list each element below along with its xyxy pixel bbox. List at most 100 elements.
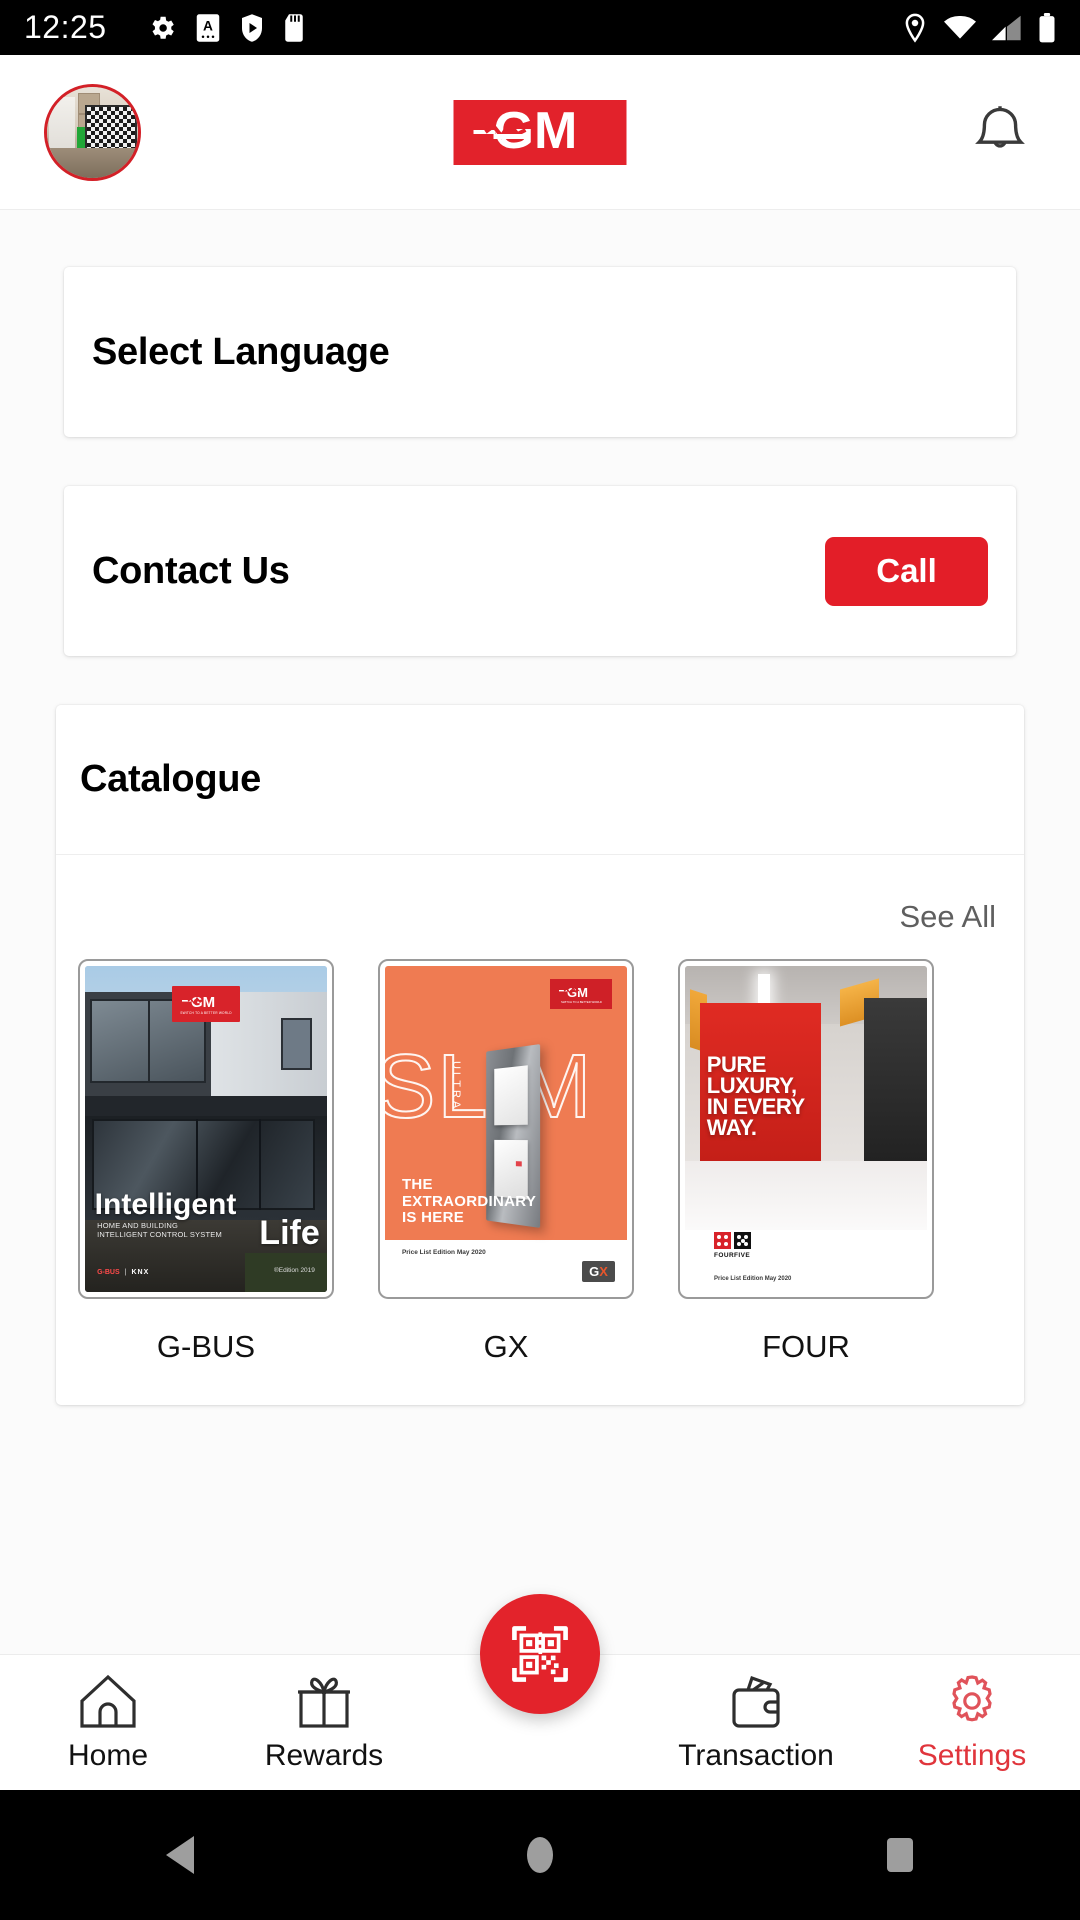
catalogue-title: Catalogue [80, 758, 261, 800]
battery-icon [1039, 12, 1055, 42]
bell-icon [975, 106, 1025, 148]
gbus-title-line1: Intelligent [94, 1187, 237, 1221]
qr-scan-fab[interactable] [480, 1594, 600, 1714]
recents-square-icon [887, 1838, 913, 1872]
see-all-link[interactable]: See All [899, 899, 996, 935]
call-button[interactable]: Call [825, 536, 988, 606]
fourfive-dice [714, 1232, 752, 1250]
gm-logo-icon: GM [453, 99, 627, 165]
fourfive-brand-name: FOURFIVE [714, 1252, 751, 1260]
select-language-card[interactable]: Select Language [64, 267, 1016, 437]
gx-gm-logo-icon: GM SWITCH TO A BETTER WORLD [550, 979, 613, 1010]
gbus-side-window [281, 1018, 313, 1071]
fourfive-logo-icon: FOURFIVE [714, 1232, 752, 1260]
home-icon [80, 1674, 136, 1728]
gx-tagline-line2: EXTRAORDINARY [401, 1192, 537, 1210]
fourfive-price-note: Price List Edition May 2020 [714, 1276, 792, 1283]
gx-sublogo: G X [582, 1261, 615, 1283]
gbus-title: Intelligent Life [94, 1187, 320, 1253]
qr-scan-icon [512, 1626, 568, 1682]
fourfive-title: PURE LUXURY, IN EVERY WAY. [707, 1054, 805, 1139]
catalogue-item[interactable]: SLIM ULTRA GM [378, 959, 634, 1365]
catalogue-item[interactable]: PURE LUXURY, IN EVERY WAY. FOURFIVE Pric… [678, 959, 934, 1365]
catalogue-item[interactable]: GM SWITCH TO A BETTER WORLD HOME AND BUI… [78, 959, 334, 1365]
status-bar-left: 12:25 A [24, 9, 902, 46]
brand-logo: GM [453, 99, 627, 165]
gx-brand-tagline: SWITCH TO A BETTER WORLD [561, 1000, 602, 1005]
gbus-title-line2: Life [259, 1214, 320, 1253]
gx-price-note: Price List Edition May 2020 [401, 1249, 486, 1257]
back-triangle-icon [166, 1836, 194, 1874]
gbus-badge-gbus: G-BUS [97, 1268, 120, 1276]
main-content: Select Language Contact Us Call Catalogu… [0, 210, 1080, 1405]
status-bar-clock: 12:25 [24, 9, 107, 45]
nav-label-settings: Settings [917, 1739, 1027, 1772]
gx-switch-indicator [516, 1160, 523, 1166]
select-language-title: Select Language [92, 330, 390, 373]
catalogue-item-label: G-BUS [156, 1329, 256, 1364]
nav-label-transaction: Transaction [678, 1739, 834, 1772]
catalogue-carousel[interactable]: GM SWITCH TO A BETTER WORLD HOME AND BUI… [78, 951, 1002, 1365]
avatar-tv [85, 104, 137, 153]
notification-bell-button[interactable] [964, 96, 1036, 168]
home-circle-icon [527, 1837, 553, 1873]
gx-cover-art: SLIM ULTRA GM [385, 966, 627, 1292]
avatar-room-photo [47, 86, 138, 178]
gbus-badge-separator: | [124, 1268, 127, 1276]
gx-switch-key-top [494, 1065, 528, 1126]
nav-item-settings[interactable]: Settings [864, 1672, 1080, 1773]
gx-sublogo-g: G [589, 1264, 600, 1280]
android-auto-icon: A [196, 13, 219, 42]
svg-text:A: A [203, 18, 213, 33]
android-back-button[interactable] [120, 1790, 240, 1920]
nav-item-transaction[interactable]: Transaction [648, 1672, 864, 1773]
gear-icon [952, 1675, 992, 1722]
catalogue-cover-fourfive[interactable]: PURE LUXURY, IN EVERY WAY. FOURFIVE Pric… [678, 959, 934, 1299]
location-pin-icon [905, 13, 925, 43]
app-header: GM [0, 55, 1080, 210]
catalogue-cover-gx[interactable]: SLIM ULTRA GM [378, 959, 634, 1299]
fourfive-die-black [734, 1232, 752, 1250]
select-language-row: Select Language [64, 267, 1016, 437]
fourfive-cover-art: PURE LUXURY, IN EVERY WAY. FOURFIVE Pric… [685, 966, 927, 1292]
fourfive-dark-wall [864, 997, 927, 1183]
catalogue-cover-gbus[interactable]: GM SWITCH TO A BETTER WORLD HOME AND BUI… [78, 959, 334, 1299]
see-all-row: See All [78, 855, 1002, 951]
android-home-button[interactable] [480, 1790, 600, 1920]
catalogue-header: Catalogue [56, 705, 1024, 855]
gx-tagline: THE EXTRAORDINARY IS HERE [402, 1177, 536, 1227]
gbus-gm-logo-icon: GM SWITCH TO A BETTER WORLD [172, 985, 240, 1022]
sd-card-icon [284, 13, 303, 42]
android-recents-button[interactable] [840, 1790, 960, 1920]
gx-sublogo-x: X [599, 1264, 608, 1280]
gbus-cover-art: GM SWITCH TO A BETTER WORLD HOME AND BUI… [85, 966, 327, 1292]
nav-item-rewards[interactable]: Rewards [216, 1672, 432, 1773]
play-protect-icon [241, 13, 262, 42]
catalogue-card: Catalogue See All GM SWITCH TO A BETTER … [56, 705, 1024, 1405]
android-navigation-bar [0, 1790, 1080, 1920]
gbus-facade-band [85, 1096, 327, 1116]
avatar[interactable] [44, 83, 141, 181]
catalogue-item-label: GX [483, 1329, 529, 1364]
contact-us-row: Contact Us Call [64, 486, 1016, 656]
nav-label-rewards: Rewards [264, 1739, 384, 1772]
gbus-badge-knx: KNX [131, 1268, 150, 1276]
fourfive-die-dots [714, 1232, 731, 1249]
contact-us-title: Contact Us [92, 549, 290, 592]
avatar-floor [47, 147, 138, 178]
status-bar: 12:25 A [0, 0, 1080, 55]
status-bar-right [902, 12, 1056, 43]
app-screen: 12:25 A GM Select Language Contact Us Ca… [0, 0, 1080, 1920]
wifi-icon [944, 15, 976, 39]
fourfive-floor [685, 1161, 927, 1231]
catalogue-item-label: FOUR [762, 1329, 850, 1364]
fourfive-die-red [714, 1232, 732, 1250]
nav-label-home: Home [67, 1739, 149, 1772]
nav-item-home[interactable]: Home [0, 1672, 216, 1773]
gbus-edition: ®Edition 2019 [273, 1267, 315, 1275]
gx-sidetext: ULTRA [450, 1060, 463, 1111]
gear-icon [152, 16, 174, 39]
catalogue-body: See All GM SWITCH TO A BETTER WORLD HOME… [56, 855, 1024, 1405]
fourfive-die-dots [734, 1232, 751, 1249]
gbus-brand-tagline: SWITCH TO A BETTER WORLD [180, 1010, 232, 1015]
